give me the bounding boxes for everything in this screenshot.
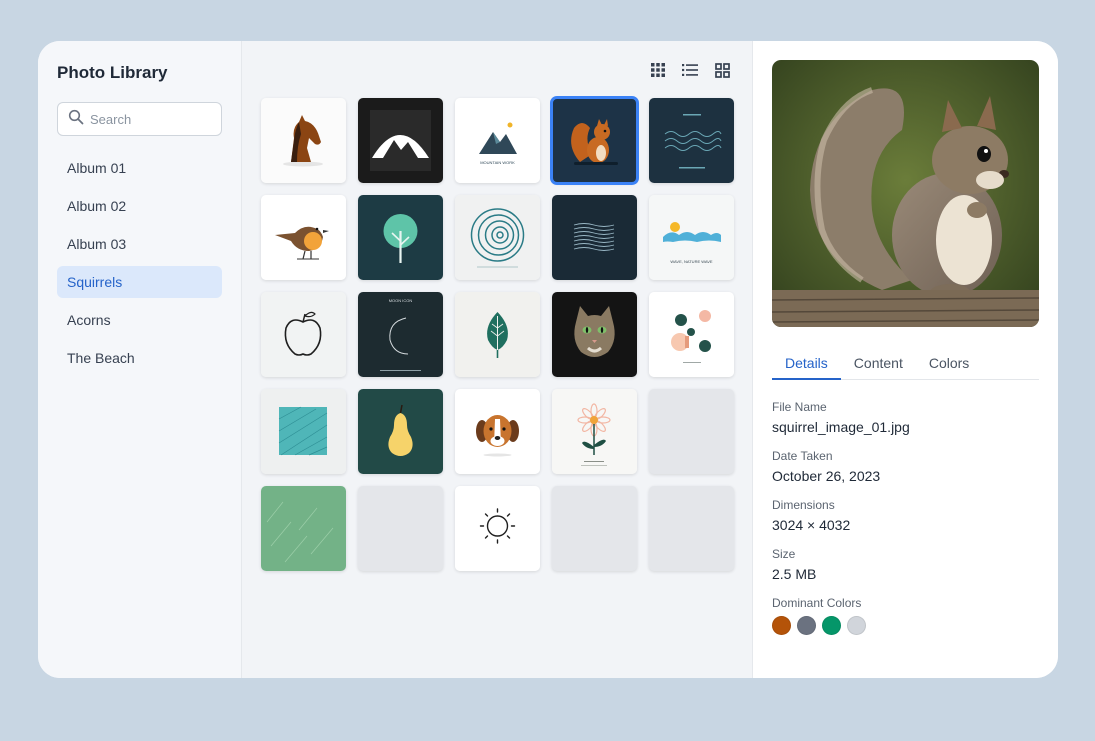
size-value: 2.5 MB xyxy=(772,566,817,582)
dog-thumbnail[interactable] xyxy=(455,389,540,474)
bird-thumbnail[interactable] xyxy=(261,195,346,280)
thumbnail-area: MOUNTAIN WORK WAVE, NATURE WAVE MOON ICO… xyxy=(242,41,753,678)
thumbnail-caption: WAVE, NATURE WAVE xyxy=(670,259,712,264)
search-input[interactable] xyxy=(90,111,210,127)
app-window: Photo Library Album 01 Album 02 Album 03… xyxy=(38,41,1058,678)
album-list: Album 01 Album 02 Album 03 Squirrels Aco… xyxy=(57,152,222,374)
wave-pattern-thumbnail[interactable] xyxy=(552,195,637,280)
tree-thumbnail[interactable] xyxy=(358,195,443,280)
mountain-work-thumbnail[interactable]: MOUNTAIN WORK xyxy=(455,98,540,183)
detail-panel: Details Content Colors File Name squirre… xyxy=(753,41,1058,678)
sun-thumbnail[interactable] xyxy=(455,486,540,571)
file-name-value: squirrel_image_01.jpg xyxy=(772,419,910,435)
cat-thumbnail[interactable] xyxy=(552,292,637,377)
thumbnail-caption: MOON ICON xyxy=(389,298,413,303)
dimensions-label: Dimensions xyxy=(772,498,835,512)
album-label: Album 01 xyxy=(67,160,127,176)
album-label: Acorns xyxy=(67,312,111,328)
color-swatch[interactable] xyxy=(847,616,866,635)
album-label: Album 03 xyxy=(67,236,127,252)
spiral-thumbnail[interactable] xyxy=(455,195,540,280)
wave-nature-thumbnail[interactable]: WAVE, NATURE WAVE xyxy=(649,195,734,280)
app-title: Photo Library xyxy=(57,63,168,82)
album-item-03[interactable]: Album 03 xyxy=(57,228,222,260)
list-view-button[interactable] xyxy=(680,61,700,79)
empty-thumbnail[interactable] xyxy=(552,486,637,571)
album-item-acorns[interactable]: Acorns xyxy=(57,304,222,336)
grid-small-icon xyxy=(651,63,665,77)
metadata-fields: File Name squirrel_image_01.jpg Date Tak… xyxy=(772,400,1039,635)
album-item-squirrels[interactable]: Squirrels xyxy=(57,266,222,298)
color-swatch[interactable] xyxy=(797,616,816,635)
image-preview xyxy=(772,60,1039,327)
green-rain-thumbnail[interactable] xyxy=(261,486,346,571)
moon-icon-thumbnail[interactable]: MOON ICON xyxy=(358,292,443,377)
album-label: Album 02 xyxy=(67,198,127,214)
grid-large-view-button[interactable] xyxy=(712,61,732,79)
pear-thumbnail[interactable] xyxy=(358,389,443,474)
color-swatch[interactable] xyxy=(822,616,841,635)
tab-colors[interactable]: Colors xyxy=(916,347,982,380)
dominant-colors-label: Dominant Colors xyxy=(772,596,862,610)
squirrel-photo xyxy=(772,60,1039,327)
search-icon xyxy=(68,109,84,130)
flower-thumbnail[interactable] xyxy=(552,389,637,474)
mountain-arch-thumbnail[interactable] xyxy=(358,98,443,183)
album-label: Squirrels xyxy=(67,274,123,290)
tab-content[interactable]: Content xyxy=(841,347,916,380)
sidebar: Photo Library Album 01 Album 02 Album 03… xyxy=(38,41,242,678)
leaf-thumbnail[interactable] xyxy=(455,292,540,377)
dominant-colors-swatches xyxy=(772,616,1039,635)
horse-thumbnail[interactable] xyxy=(261,98,346,183)
date-taken-value: October 26, 2023 xyxy=(772,468,881,484)
dimensions-value: 3024 × 4032 xyxy=(772,517,851,533)
abstract-circles-thumbnail[interactable] xyxy=(649,292,734,377)
teal-texture-thumbnail[interactable] xyxy=(261,389,346,474)
empty-thumbnail[interactable] xyxy=(358,486,443,571)
detail-tabs: Details Content Colors xyxy=(772,347,1039,380)
date-taken-label: Date Taken xyxy=(772,449,833,463)
grid-large-icon xyxy=(714,62,730,78)
album-item-02[interactable]: Album 02 xyxy=(57,190,222,222)
grid-small-view-button[interactable] xyxy=(648,61,668,79)
album-item-the-beach[interactable]: The Beach xyxy=(57,342,222,374)
album-item-01[interactable]: Album 01 xyxy=(57,152,222,184)
thumbnail-caption: MOUNTAIN WORK xyxy=(480,160,515,165)
thumbnail-grid: MOUNTAIN WORK WAVE, NATURE WAVE MOON ICO… xyxy=(261,96,734,571)
tab-details[interactable]: Details xyxy=(772,347,841,380)
view-toggle-group xyxy=(648,61,732,79)
color-swatch[interactable] xyxy=(772,616,791,635)
album-label: The Beach xyxy=(67,350,135,366)
file-name-label: File Name xyxy=(772,400,827,414)
list-icon xyxy=(682,64,698,76)
waves-dark-thumbnail[interactable] xyxy=(649,98,734,183)
squirrel-thumbnail[interactable] xyxy=(550,96,639,185)
empty-thumbnail[interactable] xyxy=(649,389,734,474)
search-box[interactable] xyxy=(57,102,222,136)
size-label: Size xyxy=(772,547,796,561)
apple-thumbnail[interactable] xyxy=(261,292,346,377)
empty-thumbnail[interactable] xyxy=(649,486,734,571)
